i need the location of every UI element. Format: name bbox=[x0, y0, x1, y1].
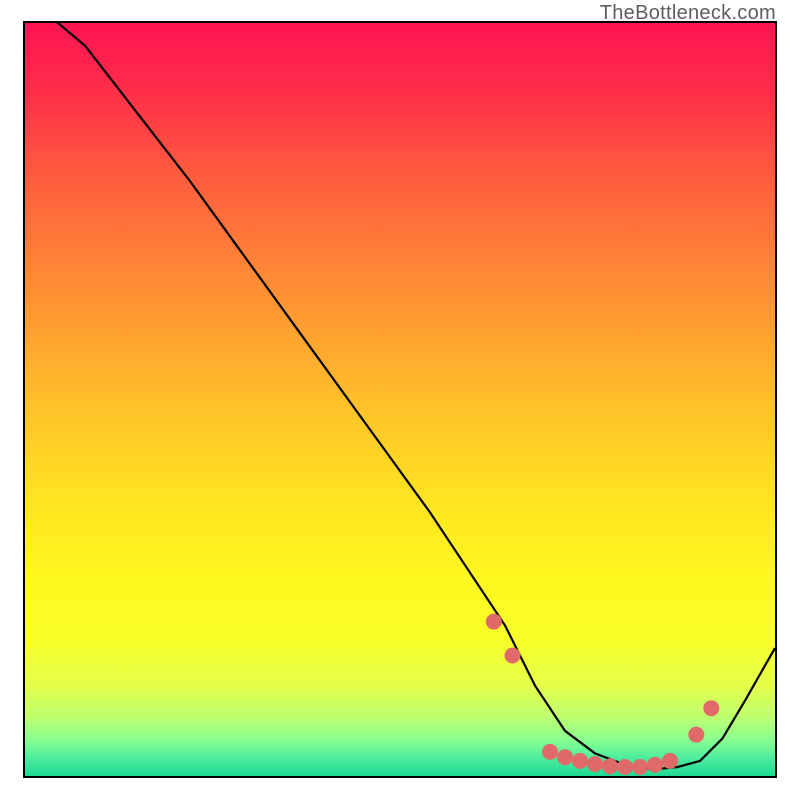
curve-layer bbox=[25, 23, 775, 776]
plot-area bbox=[23, 21, 777, 778]
curve-marker bbox=[647, 757, 663, 773]
curve-marker bbox=[662, 753, 678, 769]
curve-marker bbox=[587, 756, 603, 772]
curve-marker bbox=[572, 753, 588, 769]
curve-markers bbox=[486, 614, 720, 775]
curve-marker bbox=[688, 727, 704, 743]
curve-marker bbox=[602, 758, 618, 774]
curve-marker bbox=[486, 614, 502, 630]
curve-marker bbox=[632, 759, 648, 775]
curve-marker bbox=[505, 648, 521, 664]
bottleneck-curve bbox=[25, 23, 775, 768]
chart-container: TheBottleneck.com bbox=[0, 0, 800, 800]
curve-marker bbox=[557, 749, 573, 765]
curve-marker bbox=[542, 744, 558, 760]
curve-marker bbox=[617, 759, 633, 775]
curve-marker bbox=[703, 700, 719, 716]
